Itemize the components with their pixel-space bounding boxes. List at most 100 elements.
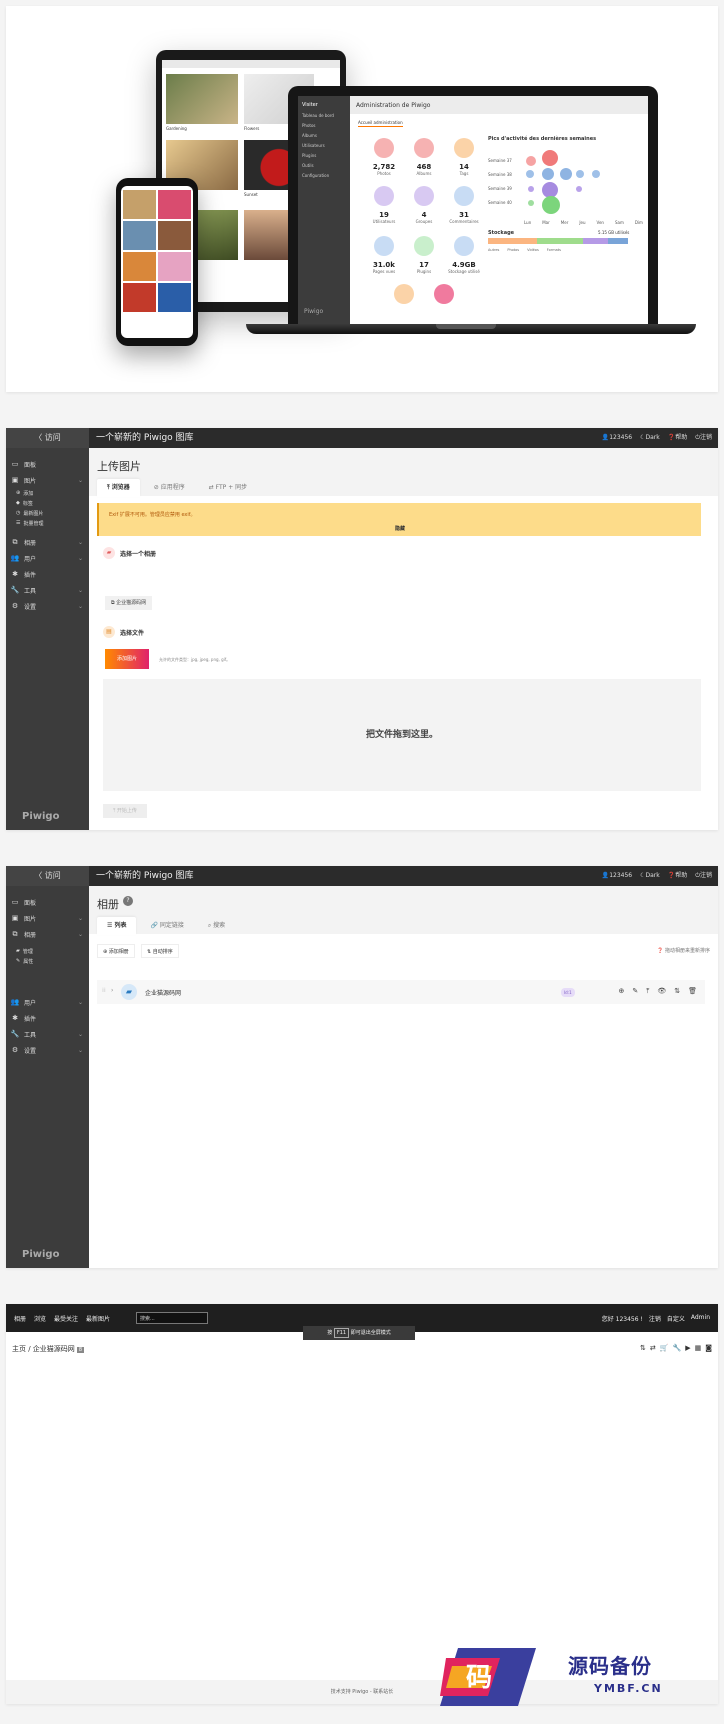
sidebar-item-dashboard[interactable]: ▭ 面板 xyxy=(6,456,89,472)
mini-header: Administration de Piwigo xyxy=(350,96,648,114)
add-photos-button[interactable]: 添加图片 xyxy=(105,649,149,669)
auto-sort-button[interactable]: ⇅ 自动排序 xyxy=(141,944,179,958)
logout-link[interactable]: ⏻注销 xyxy=(695,428,712,448)
mini-stat: 31.0k Pages vues xyxy=(362,236,406,274)
legend-item: Photos xyxy=(507,248,520,252)
sidebar-subitem-add[interactable]: ⊕ 添加 xyxy=(6,488,89,498)
sidebar-subitem-label: 管理 xyxy=(22,948,33,955)
storage-legend: Autres Photos Vidéos Formats xyxy=(488,248,561,252)
gallery-nav: 相册 浏览 最受关注 最新图片 xyxy=(14,1314,110,1323)
stat-icon xyxy=(454,186,474,206)
selected-album-chip[interactable]: ⧉ 企业猫源码网 xyxy=(105,596,153,610)
sidebar-item-plugins[interactable]: ✱ 插件 xyxy=(6,1010,89,1026)
sidebar-subitem-tags[interactable]: ◆ 标签 xyxy=(6,498,89,508)
sort-icon[interactable]: ⇅ xyxy=(640,1344,646,1352)
sidebar-item-settings[interactable]: ⚙ 设置 ⌄ xyxy=(6,1042,89,1058)
gallery-title[interactable]: 一个崭新的 Piwigo 图库 xyxy=(96,866,194,886)
sidebar-subitem-manage[interactable]: ▰ 管理 xyxy=(6,946,89,956)
customize-link[interactable]: 自定义 xyxy=(667,1314,685,1323)
user-link[interactable]: 👤123456 xyxy=(602,428,632,448)
file-dropzone[interactable]: 把文件拖到这里。 xyxy=(103,679,701,791)
tab-search[interactable]: ⌕ 搜索 xyxy=(198,917,235,935)
stat-label: Photos xyxy=(377,171,391,176)
camera-icon[interactable]: ◙ xyxy=(705,1344,712,1352)
calendar-icon[interactable]: ▦ xyxy=(695,1344,702,1352)
logout-link[interactable]: 注销 xyxy=(649,1314,661,1323)
mini-side-item: Tableau de bord xyxy=(302,113,334,118)
tab-list[interactable]: ☰ 列表 xyxy=(97,917,137,935)
sidebar-subitem-batch[interactable]: ☰ 批量管理 xyxy=(6,518,89,528)
tab-applications[interactable]: ⊘ 应用程序 xyxy=(144,479,195,497)
sidebar-item-tools[interactable]: 🔧 工具 ⌄ xyxy=(6,1026,89,1042)
page-header: 相册 ? ☰ 列表 🔗 同定链接 ⌕ 搜索 xyxy=(89,886,718,935)
album-row[interactable]: ⁞⁞ › ▰ 企业猫源码网 Id:1 ⊕ ✎ ⤒ 👁 ⇅ 🗑 xyxy=(97,980,705,1004)
albums-screen: 〈 访问 一个崭新的 Piwigo 图库 👤123456 ☾Dark ❓帮助 ⏻… xyxy=(6,866,718,1268)
edit-icon[interactable]: ✎ xyxy=(632,987,638,996)
album-chip-label: 企业猫源码网 xyxy=(116,600,147,606)
nav-explore[interactable]: 浏览 xyxy=(34,1314,46,1323)
nav-most-visited[interactable]: 最受关注 xyxy=(54,1314,78,1323)
help-link[interactable]: ❓帮助 xyxy=(668,428,688,448)
storage-value: 5.15 GB utilisés xyxy=(598,230,630,235)
sidebar-item-albums[interactable]: ⧉ 相册 ⌄ xyxy=(6,534,89,550)
photo-thumb xyxy=(158,252,191,281)
user-link[interactable]: 👤123456 xyxy=(602,866,632,886)
drag-handle-icon[interactable]: ⁞⁞ xyxy=(102,987,106,994)
phone-screen xyxy=(121,186,193,338)
chevron-right-icon[interactable]: › xyxy=(111,987,113,994)
add-album-button[interactable]: ⊕ 添加相册 xyxy=(97,944,135,958)
breadcrumb-text[interactable]: 主页 / 企业猫源码网 xyxy=(12,1345,75,1353)
help-link[interactable]: ❓帮助 xyxy=(668,866,688,886)
gallery-title[interactable]: 一个崭新的 Piwigo 图库 xyxy=(96,428,194,448)
visit-link[interactable]: 〈 访问 xyxy=(6,866,89,886)
sidebar-item-tools[interactable]: 🔧 工具 ⌄ xyxy=(6,582,89,598)
stat-label: Groupes xyxy=(415,219,433,224)
photo-count-badge: 8 xyxy=(76,1347,84,1353)
legend-item: Formats xyxy=(546,248,561,252)
slideshow-icon[interactable]: ▶ xyxy=(685,1344,690,1352)
sidebar-item-plugins[interactable]: ✱ 插件 xyxy=(6,566,89,582)
breadcrumb: 主页 / 企业猫源码网 8 xyxy=(12,1344,84,1354)
nav-recent[interactable]: 最新图片 xyxy=(86,1314,110,1323)
wrench-icon[interactable]: 🔧 xyxy=(672,1344,681,1352)
list-icon: ☰ xyxy=(16,520,21,526)
tab-browser[interactable]: ⤒ 浏览器 xyxy=(97,479,140,497)
sidebar-item-photos[interactable]: ▣ 图片 ⌄ xyxy=(6,910,89,926)
sidebar-item-albums[interactable]: ⧉ 相册 ⌄ xyxy=(6,926,89,942)
tab-permalinks[interactable]: 🔗 同定链接 xyxy=(140,917,193,935)
sidebar-item-settings[interactable]: ⚙ 设置 ⌄ xyxy=(6,598,89,614)
topbar-right: 👤123456 ☾Dark ❓帮助 ⏻注销 xyxy=(602,428,712,448)
tab-ftp-sync[interactable]: ⇄ FTP + 同步 xyxy=(199,479,257,497)
stat-icon xyxy=(394,284,414,304)
size-icon[interactable]: ⇄ xyxy=(650,1344,656,1352)
visit-link[interactable]: 〈 访问 xyxy=(6,428,89,448)
sort-icon[interactable]: ⇅ xyxy=(674,987,680,996)
sidebar-item-photos[interactable]: ▣ 图片 ⌄ xyxy=(6,472,89,488)
sidebar-item-label: 工具 xyxy=(24,1031,37,1039)
hide-warning-link[interactable]: 隐藏 xyxy=(99,525,701,532)
trash-icon[interactable]: 🗑 xyxy=(688,987,697,996)
upload-icon[interactable]: ⤒ xyxy=(646,987,649,996)
dark-toggle[interactable]: ☾Dark xyxy=(640,428,660,448)
admin-link[interactable]: Admin xyxy=(691,1314,710,1323)
cart-icon[interactable]: 🛒 xyxy=(660,1344,669,1352)
sidebar-item-users[interactable]: 👥 用户 ⌄ xyxy=(6,550,89,566)
start-upload-button[interactable]: ⤒ 开始上传 xyxy=(103,804,147,818)
nav-albums[interactable]: 相册 xyxy=(14,1314,26,1323)
sidebar-subitem-recent[interactable]: ◷ 最新图片 xyxy=(6,508,89,518)
gallery-search-input[interactable]: 搜索... xyxy=(136,1312,208,1324)
logout-link[interactable]: ⏻注销 xyxy=(695,866,712,886)
sidebar-item-users[interactable]: 👥 用户 ⌄ xyxy=(6,994,89,1010)
add-subalbum-icon[interactable]: ⊕ xyxy=(618,987,624,996)
sidebar-subitem-properties[interactable]: ✎ 属性 xyxy=(6,956,89,966)
tablet-topbar xyxy=(162,60,340,68)
sidebar-subitem-label: 添加 xyxy=(23,490,34,497)
help-badge[interactable]: ? xyxy=(123,896,133,906)
dark-toggle[interactable]: ☾Dark xyxy=(640,866,660,886)
chevron-down-icon: ⌄ xyxy=(77,554,83,562)
activity-bubble xyxy=(528,186,534,192)
view-icon[interactable]: 👁 xyxy=(657,987,666,996)
album-name[interactable]: 企业猫源码网 xyxy=(145,988,181,997)
stat-icon xyxy=(414,186,434,206)
sidebar-item-dashboard[interactable]: ▭ 面板 xyxy=(6,894,89,910)
